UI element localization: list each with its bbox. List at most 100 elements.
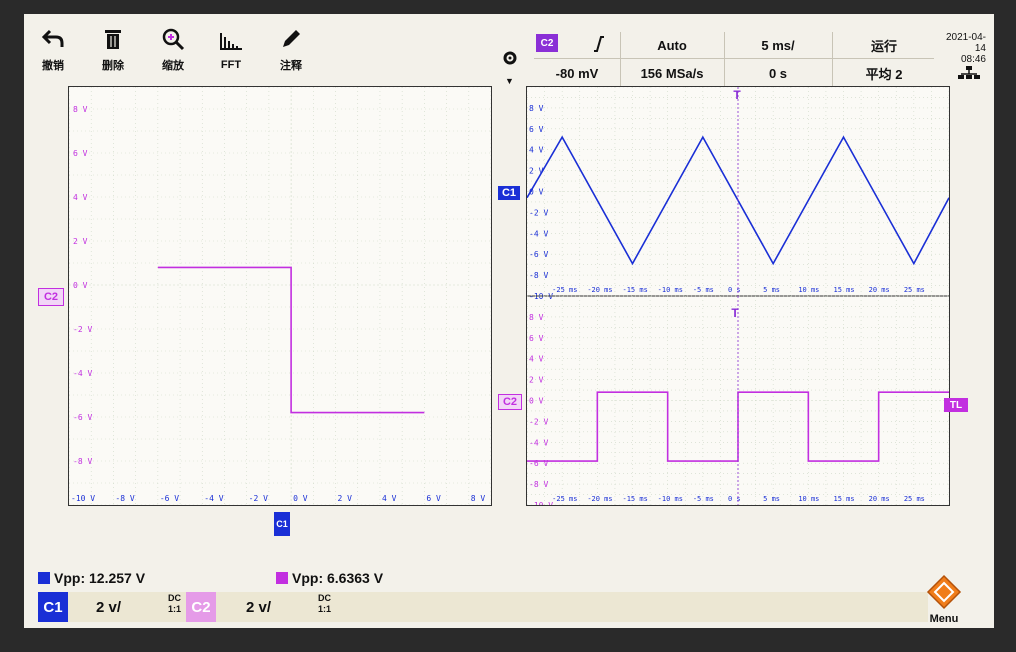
c2-probe: 1:1 [318, 604, 332, 614]
trigger-source-badge[interactable]: C2 [536, 34, 558, 52]
c2-channel-button[interactable]: C2 [186, 592, 216, 622]
y-tick-label: 8 V [73, 105, 88, 114]
x-tick-label: 25 ms [904, 495, 925, 503]
xy-plot-area[interactable]: -10 V -8 V -6 V -4 V -2 V 0 V 2 V 4 V 6 V 8 V 8 V 6… [68, 86, 492, 506]
trigger-position-marker-top[interactable]: T [730, 88, 744, 102]
fft-label: FFT [220, 59, 242, 71]
xy-c2-ground-marker[interactable]: C2 [38, 288, 64, 306]
trigger-level-marker[interactable]: TL [944, 398, 968, 412]
zoom-button[interactable]: 缩放 [156, 20, 190, 80]
trigger-level[interactable]: -80 mV [534, 60, 620, 86]
trigger-edge-button[interactable] [584, 32, 614, 56]
y-tick-label: -6 V [529, 250, 548, 259]
c1-coupling: DC [168, 593, 181, 603]
clock: 2021-04-14 08:46 [936, 32, 986, 65]
undo-button[interactable]: 撤销 [36, 20, 70, 80]
x-tick-label: -5 ms [693, 495, 714, 503]
xy-trace [157, 266, 425, 414]
menu-label: Menu [929, 613, 959, 625]
delete-button[interactable]: 删除 [96, 20, 130, 80]
x-tick-label: -4 V [204, 494, 223, 503]
network-icon [958, 66, 980, 85]
c2-color-chip [276, 572, 288, 584]
undo-label: 撤销 [42, 60, 64, 72]
timebase[interactable]: 5 ms/ [726, 32, 830, 58]
y-tick-label: 8 V [529, 313, 544, 322]
x-tick-label: 6 V [426, 494, 441, 503]
c2-vpp: Vpp: 6.6363 V [292, 570, 384, 586]
fft-button[interactable]: FFT [214, 20, 248, 80]
x-tick-label: 2 V [338, 494, 353, 503]
x-tick-label: 10 ms [798, 286, 819, 294]
annotate-label: 注释 [280, 60, 302, 72]
x-tick-label: 0 V [293, 494, 308, 503]
c2-ground-marker[interactable]: C2 [498, 394, 522, 410]
c1-vpp: Vpp: 12.257 V [54, 570, 146, 586]
trigger-mode[interactable]: Auto [622, 32, 722, 58]
trigger-position-marker-bottom[interactable]: T [728, 306, 742, 320]
x-tick-label: 15 ms [834, 495, 855, 503]
time-offset[interactable]: 0 s [726, 60, 830, 86]
c1-channel-button[interactable]: C1 [38, 592, 68, 622]
rising-edge-icon [594, 36, 604, 52]
c1-scale[interactable]: 2 v/ [96, 592, 121, 622]
x-tick-label: -20 ms [587, 286, 612, 294]
c2-coupling-box[interactable]: DC 1:1 [318, 593, 331, 615]
x-tick-label: -25 ms [552, 286, 577, 294]
zoom-label: 缩放 [162, 60, 184, 72]
x-tick-label: 0 s [728, 495, 741, 503]
y-tick-label: 2 V [73, 237, 88, 246]
x-tick-label: -10 V [71, 494, 95, 503]
y-tick-label: -4 V [73, 369, 92, 378]
x-tick-label: -2 V [249, 494, 268, 503]
run-state[interactable]: 运行 [834, 32, 934, 58]
x-tick-label: -25 ms [552, 495, 577, 503]
c2-trace [527, 391, 949, 462]
chevron-down-icon[interactable]: ▼ [505, 76, 514, 86]
oscilloscope-screen: 撤销 删除 缩放 FFT 注释 ▼ C2 Auto 5 ms/ 运行 -80 m… [24, 14, 994, 628]
y-tick-label: 4 V [73, 193, 88, 202]
x-tick-label: 20 ms [869, 495, 890, 503]
y-tick-label: -8 V [73, 457, 92, 466]
c1-ground-marker[interactable]: C1 [498, 186, 520, 200]
c2-measurement[interactable]: Vpp: 6.6363 V [276, 570, 383, 586]
c1-measurement[interactable]: Vpp: 12.257 V [38, 570, 145, 586]
x-tick-label: 20 ms [869, 286, 890, 294]
y-tick-label: 2 V [529, 376, 544, 385]
x-tick-label: -6 V [160, 494, 179, 503]
y-tick-label: 6 V [73, 149, 88, 158]
menu-logo-icon [926, 574, 962, 610]
y-tick-label: -2 V [529, 417, 548, 426]
x-tick-label: -15 ms [623, 495, 648, 503]
c2-coupling: DC [318, 593, 331, 603]
x-tick-label: -15 ms [623, 286, 648, 294]
undo-icon [41, 29, 64, 47]
y-tick-label: -6 V [73, 413, 92, 422]
y-tick-label: -8 V [529, 480, 548, 489]
c2-scale[interactable]: 2 v/ [246, 592, 271, 622]
y-tick-label: 4 V [529, 355, 544, 364]
x-tick-label: 15 ms [834, 286, 855, 294]
annotate-button[interactable]: 注释 [274, 20, 308, 80]
y-tick-label: -8 V [529, 271, 548, 280]
x-tick-label: 25 ms [904, 286, 925, 294]
menu-button[interactable]: Menu [924, 574, 964, 625]
settings-gear-button[interactable] [502, 50, 518, 66]
date: 2021-04-14 [945, 32, 986, 54]
sample-rate: 156 MSa/s [640, 65, 704, 81]
x-tick-label: 10 ms [798, 495, 819, 503]
y-tick-label: -4 V [529, 438, 548, 447]
y-tick-label: 6 V [529, 334, 544, 343]
acquire-mode[interactable]: 平均 2 [834, 60, 934, 86]
c1-coupling-box[interactable]: DC 1:1 [168, 593, 181, 615]
pen-icon [283, 30, 300, 47]
x-tick-label: -20 ms [587, 495, 612, 503]
time-plot-area[interactable]: -25 ms -20 ms -15 ms -10 ms -5 ms 0 s 5 ms 10 m… [526, 86, 950, 510]
y-tick-label: 0 V [529, 397, 544, 406]
xy-plot: -10 V -8 V -6 V -4 V -2 V 0 V 2 V 4 V 6 V 8 V 8 V 6… [68, 86, 492, 506]
y-tick-label: -2 V [73, 325, 92, 334]
c1-probe: 1:1 [168, 604, 182, 614]
time: 08:46 [960, 54, 986, 65]
xy-c1-ground-marker[interactable]: C1 [274, 512, 290, 536]
zoom-icon [162, 28, 185, 51]
